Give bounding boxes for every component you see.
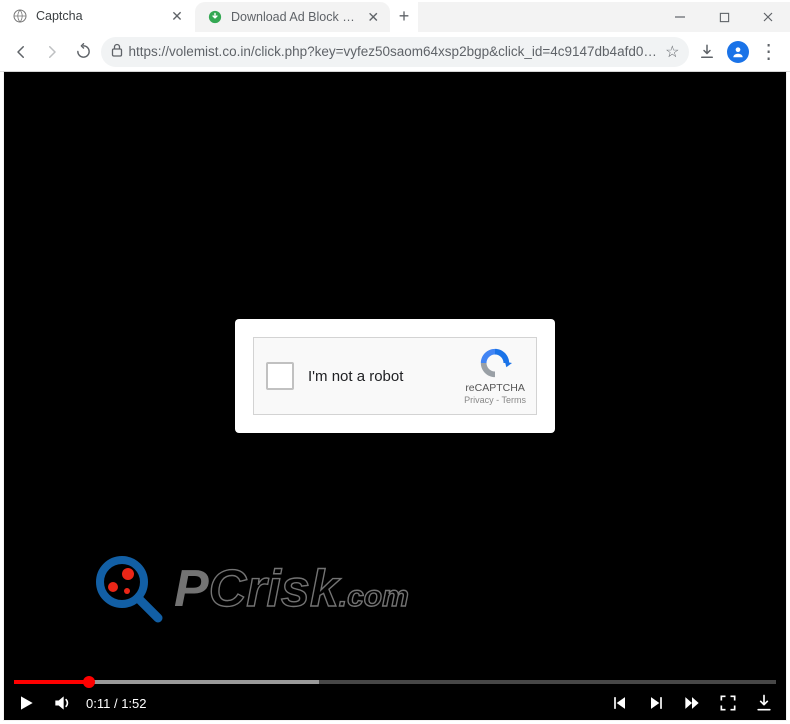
lock-icon	[111, 43, 123, 60]
menu-button[interactable]: ⋮	[755, 37, 782, 67]
avatar-icon	[727, 41, 749, 63]
new-tab-button[interactable]: +	[390, 0, 418, 32]
play-button[interactable]	[14, 691, 38, 715]
title-bar: Captcha ✕ Download Ad Block Genius ✕ +	[0, 0, 790, 32]
skip-button[interactable]	[680, 691, 704, 715]
close-icon[interactable]: ✕	[366, 9, 380, 25]
tab-captcha[interactable]: Captcha ✕	[0, 0, 195, 32]
magnifier-bug-icon	[94, 554, 164, 624]
title-drag-region	[418, 2, 658, 32]
captcha-checkbox[interactable]	[266, 362, 294, 390]
prev-button[interactable]	[608, 691, 632, 715]
reload-button[interactable]	[70, 37, 97, 67]
video-stage[interactable]: I'm not a robot reCAPTCHA Privacy - Term…	[4, 72, 786, 680]
window-controls	[658, 2, 790, 32]
progress-bar[interactable]	[14, 680, 776, 684]
tab-label: Download Ad Block Genius	[231, 10, 358, 24]
downloads-button[interactable]	[693, 37, 720, 67]
video-control-bar: 0:11 / 1:52	[4, 680, 786, 720]
captcha-label: I'm not a robot	[308, 368, 450, 385]
maximize-button[interactable]	[702, 2, 746, 32]
minimize-button[interactable]	[658, 2, 702, 32]
next-button[interactable]	[644, 691, 668, 715]
recaptcha-brand: reCAPTCHA Privacy - Terms	[464, 346, 526, 405]
close-window-button[interactable]	[746, 2, 790, 32]
tab-adblock[interactable]: Download Ad Block Genius ✕	[195, 2, 390, 32]
pcrisk-watermark: PCrisk.com	[94, 554, 409, 624]
forward-button[interactable]	[39, 37, 66, 67]
close-icon[interactable]: ✕	[169, 8, 185, 24]
download-video-button[interactable]	[752, 691, 776, 715]
url-text: https://volemist.co.in/click.php?key=vyf…	[129, 44, 660, 59]
browser-toolbar: https://volemist.co.in/click.php?key=vyf…	[0, 32, 790, 72]
bookmark-star-icon[interactable]: ☆	[665, 42, 679, 62]
captcha-widget[interactable]: I'm not a robot reCAPTCHA Privacy - Term…	[253, 337, 537, 415]
recaptcha-links[interactable]: Privacy - Terms	[464, 395, 526, 406]
progress-fill	[14, 680, 89, 684]
back-button[interactable]	[8, 37, 35, 67]
watermark-text: PCrisk.com	[174, 559, 409, 619]
tab-label: Captcha	[36, 9, 161, 23]
video-area: I'm not a robot reCAPTCHA Privacy - Term…	[4, 72, 786, 720]
recaptcha-logo-icon	[478, 346, 512, 380]
video-time: 0:11 / 1:52	[86, 696, 147, 711]
address-bar[interactable]: https://volemist.co.in/click.php?key=vyf…	[101, 37, 690, 67]
profile-button[interactable]	[724, 37, 751, 67]
captcha-card: I'm not a robot reCAPTCHA Privacy - Term…	[235, 319, 555, 433]
globe-icon	[12, 8, 28, 24]
volume-button[interactable]	[50, 691, 74, 715]
fullscreen-button[interactable]	[716, 691, 740, 715]
download-favicon-icon	[207, 9, 223, 25]
recaptcha-name: reCAPTCHA	[464, 382, 526, 395]
